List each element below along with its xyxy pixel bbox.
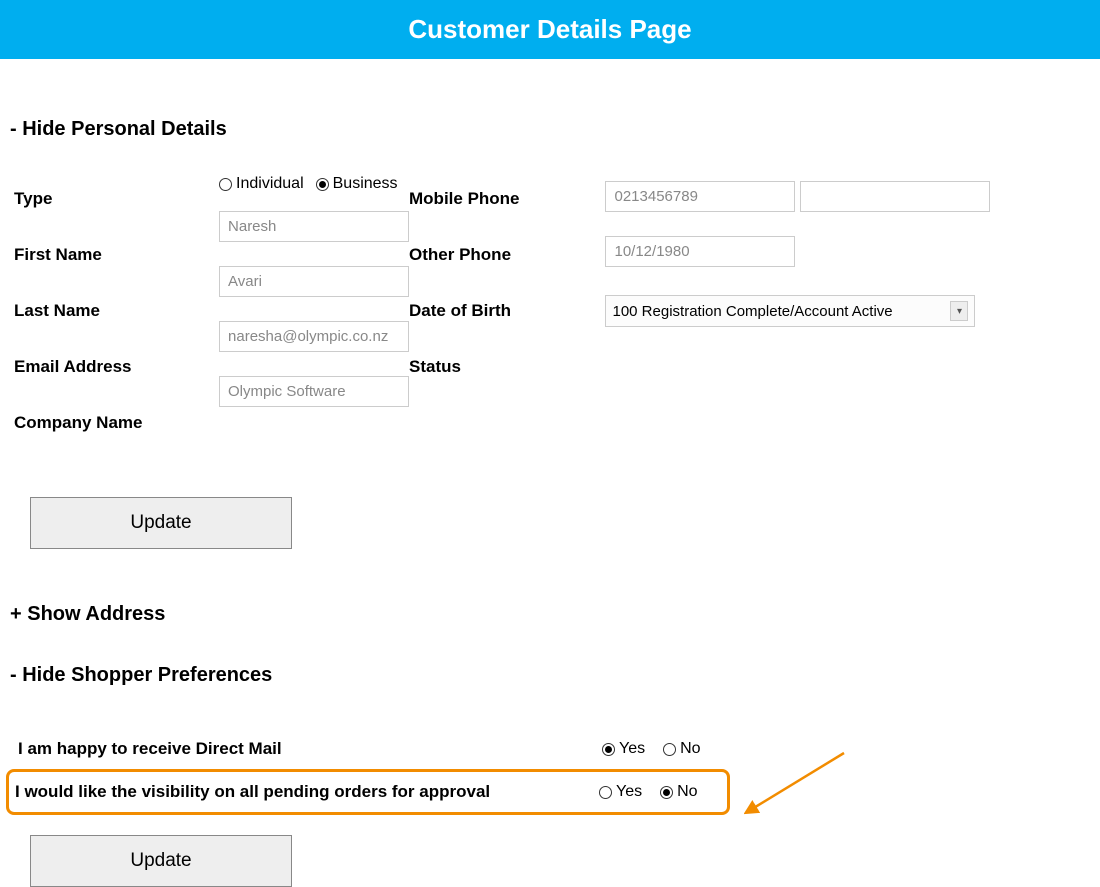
radio-no-label: No [677, 783, 697, 801]
pref-row-direct-mail: I am happy to receive Direct Mail Yes No [14, 729, 1100, 769]
pref-radios-pending-orders: Yes No [599, 783, 698, 801]
update-button-preferences[interactable]: Update [30, 835, 292, 887]
labels-col-right: Mobile Phone Other Phone Date of Birth S… [409, 171, 605, 469]
toggle-personal-details[interactable]: - Hide Personal Details [0, 114, 1100, 145]
other-phone-input[interactable] [800, 181, 990, 212]
radio-individual[interactable]: Individual [219, 175, 304, 193]
dob-input[interactable] [605, 236, 795, 267]
radio-pending-no[interactable]: No [660, 783, 697, 801]
inputs-col-right: 100 Registration Complete/Account Active… [605, 171, 1100, 469]
pref-label-pending-orders: I would like the visibility on all pendi… [15, 782, 575, 802]
labels-col-left: Type First Name Last Name Email Address … [14, 171, 219, 469]
radio-no-label: No [680, 740, 700, 758]
email-input[interactable] [219, 321, 409, 352]
radio-business-label: Business [333, 175, 398, 193]
label-type: Type [14, 189, 219, 209]
toggle-address[interactable]: + Show Address [0, 599, 1100, 630]
page-title: Customer Details Page [408, 14, 691, 44]
last-name-input[interactable] [219, 266, 409, 297]
pref-radios-direct-mail: Yes No [602, 740, 701, 758]
label-first-name: First Name [14, 245, 219, 265]
chevron-down-icon: ▾ [950, 301, 968, 321]
label-other-phone: Other Phone [409, 245, 605, 265]
radio-individual-label: Individual [236, 175, 304, 193]
inputs-col-left: Individual Business [219, 171, 409, 469]
label-dob: Date of Birth [409, 301, 605, 321]
radio-circle-icon [219, 178, 232, 191]
radio-business[interactable]: Business [316, 175, 398, 193]
radio-circle-selected-icon [316, 178, 329, 191]
pref-row-pending-orders: I would like the visibility on all pendi… [6, 769, 730, 815]
status-select[interactable]: 100 Registration Complete/Account Active… [605, 295, 975, 327]
label-status: Status [409, 357, 605, 377]
radio-pending-yes[interactable]: Yes [599, 783, 642, 801]
page-header: Customer Details Page [0, 0, 1100, 59]
company-input[interactable] [219, 376, 409, 407]
label-email: Email Address [14, 357, 219, 377]
radio-circle-selected-icon [602, 743, 615, 756]
type-radio-group: Individual Business [219, 171, 409, 211]
label-mobile: Mobile Phone [409, 189, 605, 209]
label-company: Company Name [14, 413, 219, 433]
radio-circle-icon [599, 786, 612, 799]
radio-direct-mail-yes[interactable]: Yes [602, 740, 645, 758]
mobile-input[interactable] [605, 181, 795, 212]
personal-details-panel: Type First Name Last Name Email Address … [0, 171, 1100, 469]
first-name-input[interactable] [219, 211, 409, 242]
shopper-preferences-panel: I am happy to receive Direct Mail Yes No… [0, 729, 1100, 815]
toggle-shopper-preferences[interactable]: - Hide Shopper Preferences [0, 660, 1100, 691]
radio-yes-label: Yes [616, 783, 642, 801]
pref-label-direct-mail: I am happy to receive Direct Mail [18, 739, 578, 759]
label-last-name: Last Name [14, 301, 219, 321]
status-selected-value: 100 Registration Complete/Account Active [612, 303, 892, 320]
radio-circle-icon [663, 743, 676, 756]
radio-yes-label: Yes [619, 740, 645, 758]
update-button-personal[interactable]: Update [30, 497, 292, 549]
radio-direct-mail-no[interactable]: No [663, 740, 700, 758]
radio-circle-selected-icon [660, 786, 673, 799]
